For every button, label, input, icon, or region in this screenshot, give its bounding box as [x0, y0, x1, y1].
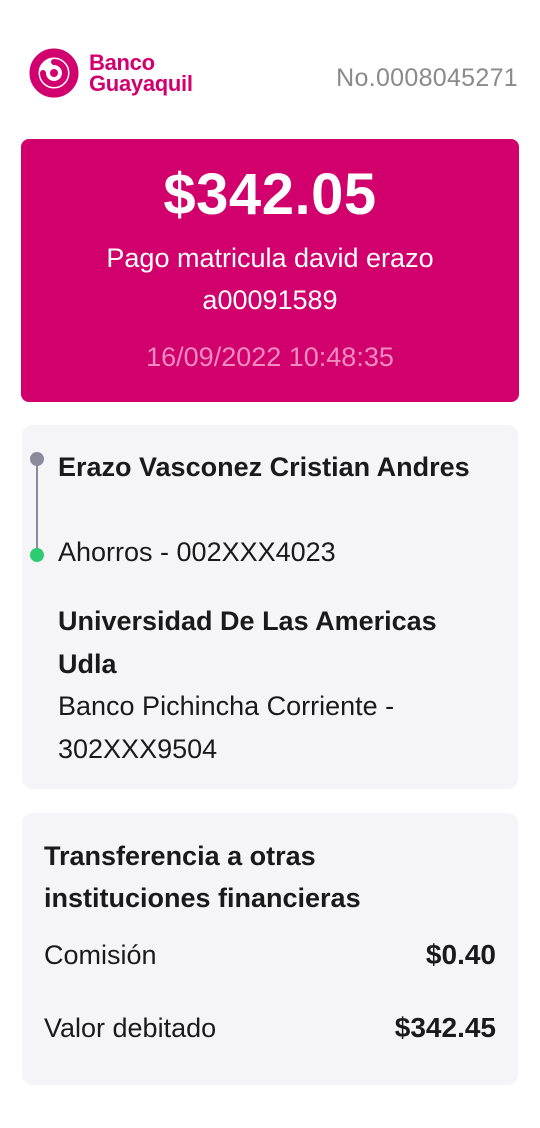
transfer-datetime: 16/09/2022 10:48:35	[146, 342, 394, 372]
transfer-amount: $342.05	[163, 162, 377, 227]
debited-label: Valor debitado	[44, 1013, 217, 1043]
transfer-description: Pago matricula david erazo a00091589	[106, 243, 434, 315]
origin-account: Ahorros - 002XXX4023	[58, 537, 336, 567]
destination-account: Banco Pichincha Corriente - 302XXX9504	[58, 691, 395, 764]
fee-value: $0.40	[425, 939, 496, 970]
transfer-type: Transferencia a otras instituciones fina…	[44, 841, 361, 913]
receipt-number: No.0008045271	[336, 64, 518, 92]
brand-logo: Banco Guayaquil	[29, 48, 193, 98]
timeline-connector	[36, 458, 38, 554]
banco-guayaquil-logo-icon	[29, 48, 79, 98]
origin-dot-icon	[30, 452, 44, 466]
destination-dot-icon	[30, 548, 44, 562]
receipt-header: Banco Guayaquil No.0008045271	[0, 0, 540, 140]
origin-name: Erazo Vasconez Cristian Andres	[58, 452, 470, 482]
amount-card: $342.05 Pago matricula david erazo a0009…	[21, 139, 519, 402]
brand-line2: Guayaquil	[89, 71, 193, 96]
brand-line1: Banco	[89, 50, 155, 75]
debited-value: $342.45	[394, 1012, 496, 1043]
fee-label: Comisión	[44, 940, 157, 970]
destination-name: Universidad De Las Americas Udla	[58, 606, 437, 679]
brand-name: Banco Guayaquil	[89, 50, 193, 96]
